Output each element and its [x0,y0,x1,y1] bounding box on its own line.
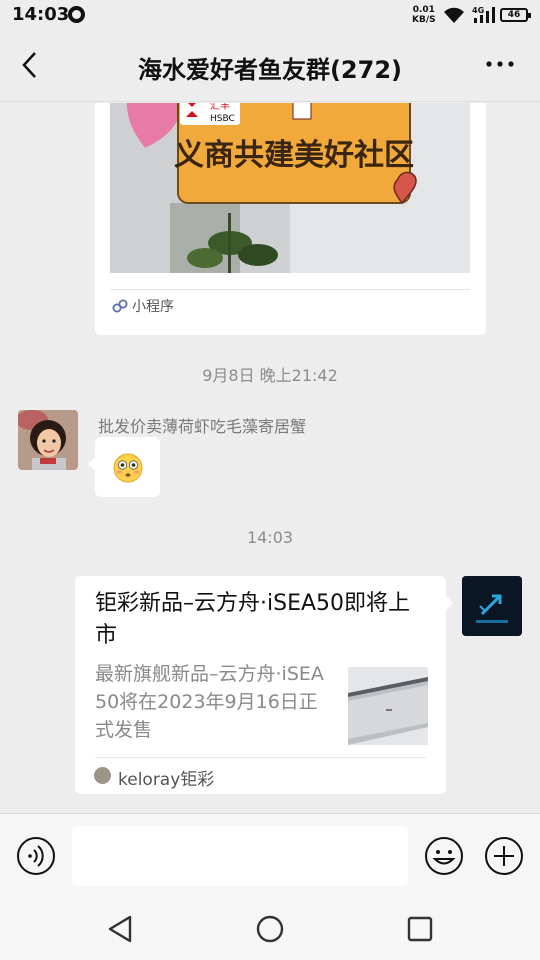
voice-icon[interactable] [16,836,56,876]
mini-program-icon [112,299,128,313]
signal-icon: 4G [472,6,495,23]
emoji-message-bubble[interactable] [88,437,160,497]
avatar[interactable] [18,410,78,470]
battery-icon: 46 [500,8,531,22]
sign-text: 义商共建美好社区 [174,138,414,173]
source-avatar-icon [94,767,111,784]
sender-name: 批发价卖薄荷虾吃毛藻寄居蟹 [98,417,307,436]
article-description: 最新旗舰新品–云方舟·iSEA50将在2023年9月16日正式发售 [95,663,324,741]
mini-program-card[interactable]: 汇丰 HSBC 义商共建美好社区 小程序 [95,103,486,335]
input-bar [0,813,540,898]
emoji-icon[interactable] [424,836,464,876]
timestamp: 14:03 [246,528,294,547]
network-type-label: 4G [472,6,484,15]
mini-program-divider [110,289,470,290]
mini-program-image: 汇丰 HSBC 义商共建美好社区 [110,103,470,273]
network-speed-unit: KB/S [412,15,436,25]
chat-messages[interactable]: 汇丰 HSBC 义商共建美好社区 小程序 9月8日 晚上21:42 批发价卖薄荷… [0,103,540,813]
page-title: 海水爱好者鱼友群(272) [137,56,403,84]
flushed-face-icon [113,453,143,483]
sign-logo-english: HSBC [210,114,235,124]
article-title: 钜彩新品–云方舟·iSEA50即将上市 [95,591,411,648]
message-input[interactable] [72,826,408,886]
timestamp: 9月8日 晚上21:42 [202,366,338,385]
wifi-icon [444,7,464,23]
article-thumbnail [348,667,428,745]
article-card[interactable]: 钜彩新品–云方舟·iSEA50即将上市 最新旗舰新品–云方舟·iSEA50将在2… [75,576,453,794]
system-nav-bar [0,898,540,960]
status-bar: 14:03 0.01 KB/S 4G 46 [0,0,540,30]
avatar[interactable] [462,576,522,636]
network-speed: 0.01 KB/S [412,5,436,25]
status-time: 14:03 [12,4,70,25]
network-speed-value: 0.01 [412,5,435,15]
plus-icon[interactable] [484,836,524,876]
nav-back-icon[interactable] [106,914,134,944]
more-dots-icon[interactable] [484,52,516,76]
mini-program-label: 小程序 [132,299,174,315]
article-source: keloray钜彩 [118,770,215,790]
article-divider [95,757,426,758]
notification-icon [68,6,85,23]
nav-recent-icon[interactable] [406,914,434,944]
chat-header: 海水爱好者鱼友群(272) [0,30,540,102]
nav-home-icon[interactable] [256,914,284,944]
sign-logo-chinese: 汇丰 [210,103,230,112]
